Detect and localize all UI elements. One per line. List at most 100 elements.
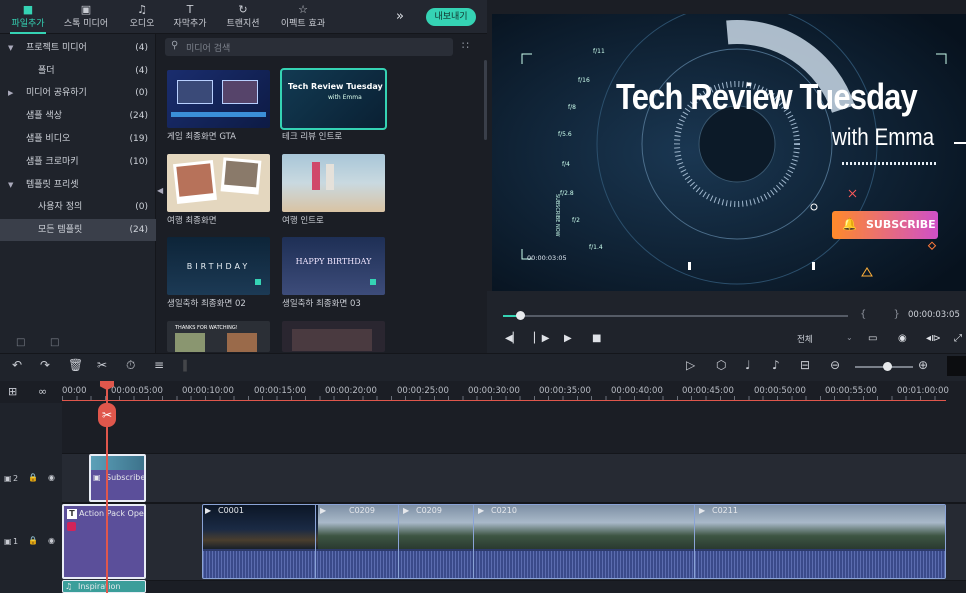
- stop-icon[interactable]: ■: [592, 333, 601, 344]
- media-sidebar: ▼ 프로젝트 미디어 (4) 폴더 (4) ▶ 미디어 공유하기 (0) 샘플 …: [0, 34, 156, 353]
- audio-clip[interactable]: ♫ Inspiration: [62, 580, 146, 593]
- sidebar-item-sample-chroma[interactable]: 샘플 크로마키 (10): [0, 151, 156, 173]
- collapse-panel-icon[interactable]: ◀: [157, 186, 163, 195]
- sidebar-item-custom[interactable]: 사용자 정의 (0): [0, 196, 156, 218]
- subscribe-clip[interactable]: ▣ Subscribe: [89, 454, 146, 502]
- media-thumb-thanks[interactable]: THANKS FOR WATCHING!: [167, 321, 270, 352]
- ruler-label: 00:00:25:00: [397, 386, 449, 396]
- sidebar-item-folder[interactable]: 폴더 (4): [0, 60, 156, 82]
- player-controls: [487, 291, 966, 353]
- hud-tick: f/2.8: [560, 190, 574, 197]
- zoom-out-icon[interactable]: ⊖: [830, 358, 840, 372]
- fullscreen-icon[interactable]: ⤢: [954, 333, 962, 344]
- audio-mixer-icon[interactable]: ♪: [772, 358, 780, 372]
- ruler-label: 00:00:40:00: [611, 386, 663, 396]
- tab-import[interactable]: ■ 파일추가: [0, 3, 56, 34]
- play-badge-icon: ▶: [699, 506, 706, 515]
- split-screen-icon[interactable]: ⊟: [800, 358, 810, 372]
- audio-wave-icon[interactable]: ∥: [182, 358, 188, 372]
- play-badge-icon: ▶: [320, 506, 327, 515]
- grid-view-icon[interactable]: ∷: [462, 39, 469, 52]
- zoom-in-icon[interactable]: ⊕: [918, 358, 928, 372]
- work-area-bar: [62, 400, 946, 401]
- expand-arrow-icon: ▼: [8, 181, 14, 189]
- media-thumb-tech-review[interactable]: Tech Review Tuesday with Emma: [280, 68, 387, 130]
- top-toolbar: ■ 파일추가 ▣ 스톡 미디어 ♫ 오디오 T 자막추가 ↻ 트랜지션 ☆ 이펙…: [0, 0, 487, 34]
- speed-icon[interactable]: ⏱: [126, 358, 135, 373]
- scissors-icon[interactable]: ✂: [98, 403, 116, 427]
- ruler-label: 00:00:20:00: [325, 386, 377, 396]
- video-clip[interactable]: ▶ C0209: [317, 504, 399, 579]
- tab-titles[interactable]: T 자막추가: [162, 3, 218, 29]
- video-clip[interactable]: ▶ C0210: [475, 504, 695, 579]
- mark-in-out[interactable]: { }: [860, 309, 912, 320]
- cut-icon[interactable]: ✂: [97, 358, 107, 372]
- open-folder-icon[interactable]: □: [50, 337, 59, 348]
- delete-icon[interactable]: 🗑: [68, 358, 83, 372]
- sidebar-item-shared-media[interactable]: ▶ 미디어 공유하기 (0): [0, 82, 156, 104]
- zoom-handle[interactable]: [883, 362, 892, 371]
- ruler-label: 00:00:05:00: [111, 386, 163, 396]
- ruler-label: 00:00:35:00: [539, 386, 591, 396]
- media-thumb-birthday-02[interactable]: BIRTHDAY: [167, 237, 270, 295]
- video-clip[interactable]: ▶ C0001: [202, 504, 316, 579]
- sidebar-item-template-presets[interactable]: ▼ 템플릿 프리셋: [0, 174, 156, 196]
- play-icon[interactable]: ▶: [564, 333, 572, 344]
- track-2-video-icon: ▣: [4, 474, 12, 483]
- media-scrollbar[interactable]: [484, 60, 487, 140]
- subscribe-clip-label: Subscribe: [106, 473, 146, 482]
- snapshot-icon[interactable]: ◉: [898, 333, 907, 344]
- export-button[interactable]: 내보내기: [426, 8, 476, 26]
- sidebar-item-all-templates[interactable]: 모든 템플릿 (24): [0, 219, 156, 241]
- ruler-label: 00:00:55:00: [825, 386, 877, 396]
- more-tabs-icon[interactable]: »: [396, 9, 404, 24]
- hud-tick: f/16: [578, 77, 590, 84]
- microphone-icon[interactable]: ♩: [745, 358, 751, 372]
- step-forward-icon[interactable]: ▏▶: [534, 333, 549, 344]
- transition-icon: ↻: [238, 3, 248, 16]
- quality-select[interactable]: 전체: [797, 333, 813, 345]
- media-thumb-gta[interactable]: [167, 70, 270, 128]
- redo-icon[interactable]: ↷: [40, 358, 50, 372]
- sidebar-item-project-media[interactable]: ▼ 프로젝트 미디어 (4): [0, 37, 156, 59]
- ruler-label: 00:00: [62, 386, 87, 396]
- ruler-label: 00:01:00:00: [897, 386, 949, 396]
- tab-transitions[interactable]: ↻ 트랜지션: [215, 3, 271, 29]
- new-folder-icon[interactable]: □: [16, 337, 25, 348]
- preview-window[interactable]: Tech Review Tuesday with Emma 🔔 SUBSCRIB…: [492, 14, 966, 291]
- preview-subtitle: with Emma: [832, 124, 935, 151]
- track-2-number: 2: [13, 474, 19, 483]
- render-icon[interactable]: ▷: [686, 358, 695, 372]
- video-clip[interactable]: ▶ C0211: [696, 504, 946, 579]
- tab-effects[interactable]: ☆ 이펙트 효과: [272, 3, 334, 29]
- add-track-icon[interactable]: ⊞: [8, 385, 17, 398]
- sidebar-item-sample-colors[interactable]: 샘플 색상 (24): [0, 105, 156, 127]
- media-label: 여행 인트로: [282, 216, 324, 226]
- track-headers: [0, 403, 62, 593]
- adjust-icon[interactable]: ≡: [154, 358, 164, 372]
- video-clip[interactable]: ▶ C0209: [400, 504, 474, 579]
- media-thumb-travel-end[interactable]: [167, 154, 270, 212]
- eye-icon[interactable]: ◉: [48, 473, 55, 482]
- undo-icon[interactable]: ↶: [12, 358, 22, 372]
- skip-back-icon[interactable]: ◀▏: [505, 333, 520, 344]
- hud-tick: f/8: [568, 104, 576, 111]
- link-icon[interactable]: ∞: [38, 385, 47, 398]
- clip-icon: ▣: [93, 473, 101, 482]
- timeline-toolbar: [0, 353, 966, 381]
- hud-tick: f/2: [572, 217, 580, 224]
- title-clip[interactable]: T Action Pack Opener: [62, 504, 146, 579]
- tab-stock-media[interactable]: ▣ 스톡 미디어: [58, 3, 114, 29]
- media-thumb-birthday-03[interactable]: HAPPY BIRTHDAY: [282, 237, 385, 295]
- chevron-down-icon[interactable]: ⌄: [846, 333, 853, 342]
- seek-bar[interactable]: [503, 315, 848, 317]
- sidebar-item-sample-video[interactable]: 샘플 비디오 (19): [0, 128, 156, 150]
- media-thumb-travel-intro[interactable]: [282, 154, 385, 212]
- eye-icon[interactable]: ◉: [48, 536, 55, 545]
- media-thumb-item[interactable]: [282, 321, 385, 352]
- lock-icon[interactable]: 🔒: [28, 536, 38, 545]
- marker-icon[interactable]: ⬡: [716, 358, 726, 372]
- volume-icon[interactable]: ◂⧐: [926, 333, 941, 344]
- monitor-icon[interactable]: ▭: [868, 333, 877, 344]
- lock-icon[interactable]: 🔒: [28, 473, 38, 482]
